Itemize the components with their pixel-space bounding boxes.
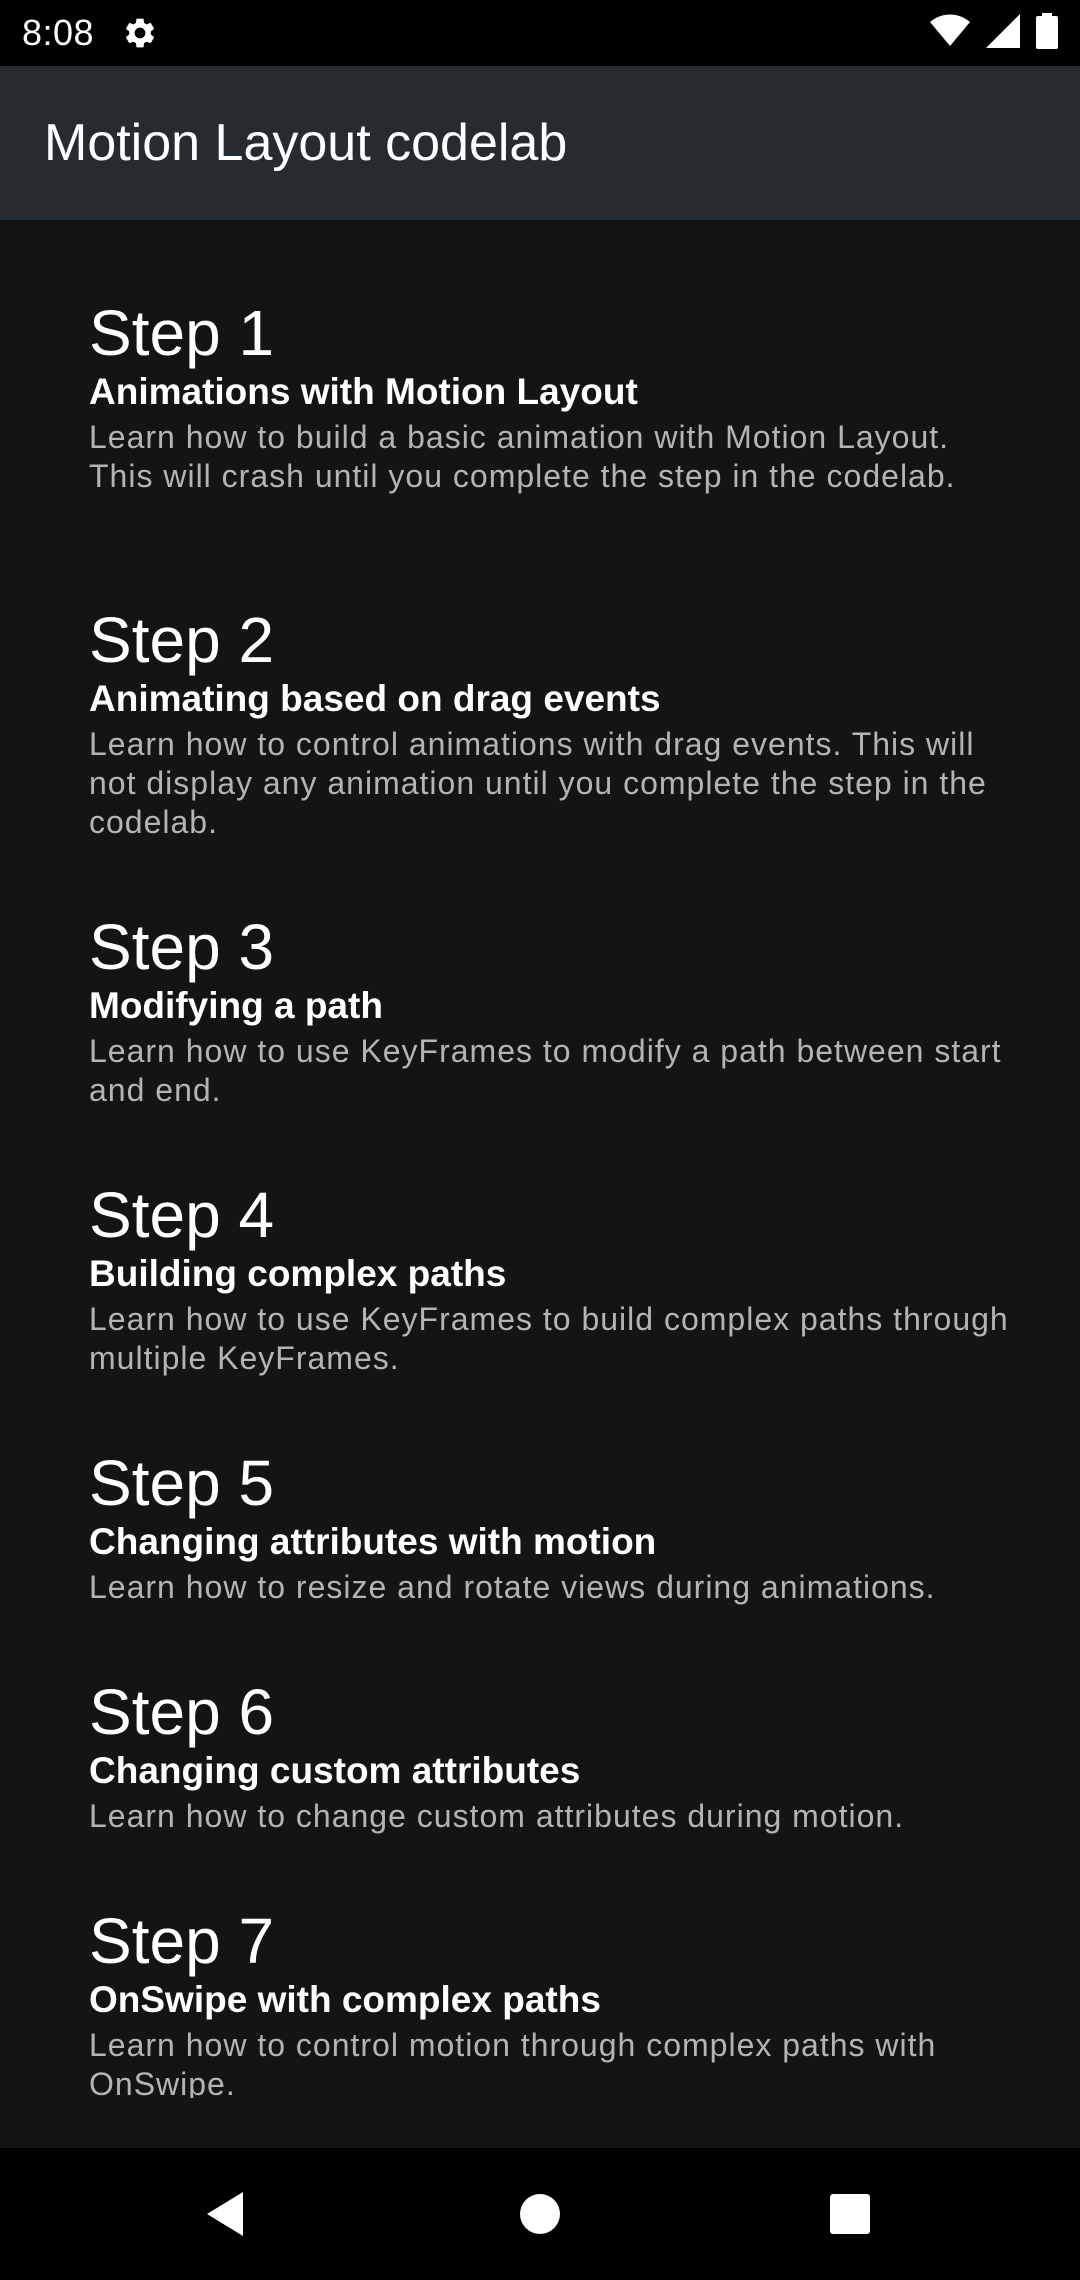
list-item-step-2[interactable]: Step 2 Animating based on drag events Le…: [89, 601, 1009, 842]
status-bar: 8:08: [0, 0, 1080, 66]
step-description: Learn how to control motion through comp…: [89, 2027, 937, 2098]
step-subtitle: Changing custom attributes: [89, 1750, 581, 1791]
step-subtitle: Animating based on drag events: [89, 678, 661, 719]
status-icons: [930, 12, 1058, 54]
list-item-step-4[interactable]: Step 4 Building complex paths Learn how …: [89, 1176, 1009, 1378]
step-description: Learn how to resize and rotate views dur…: [89, 1569, 936, 1605]
step-subtitle: Animations with Motion Layout: [89, 371, 638, 412]
wifi-icon: [930, 14, 970, 53]
step-subtitle: Building complex paths: [89, 1253, 507, 1294]
step-description: Learn how to control animations with dra…: [89, 726, 987, 840]
app-title: Motion Layout codelab: [44, 114, 568, 172]
app-bar: Motion Layout codelab: [0, 66, 1080, 220]
step-description: Learn how to use KeyFrames to build comp…: [89, 1301, 1009, 1376]
step-subtitle: Modifying a path: [89, 985, 383, 1026]
home-icon[interactable]: [490, 2168, 590, 2260]
back-icon[interactable]: [175, 2168, 275, 2260]
navigation-bar: [0, 2148, 1080, 2280]
step-description: Learn how to change custom attributes du…: [89, 1798, 905, 1834]
step-title: Step 6: [89, 1676, 275, 1748]
step-subtitle: Changing attributes with motion: [89, 1521, 657, 1562]
status-time: 8:08: [22, 12, 95, 53]
step-title: Step 3: [89, 911, 275, 983]
step-title: Step 5: [89, 1447, 275, 1519]
step-subtitle: OnSwipe with complex paths: [89, 1979, 601, 2020]
list-item-step-6[interactable]: Step 6 Changing custom attributes Learn …: [89, 1673, 1009, 1836]
step-description: Learn how to build a basic animation wit…: [89, 419, 956, 494]
battery-icon: [1036, 12, 1058, 54]
list-item-step-1[interactable]: Step 1 Animations with Motion Layout Lea…: [89, 294, 1009, 496]
step-title: Step 7: [89, 1905, 275, 1977]
gear-icon: [122, 15, 158, 51]
list-item-step-7[interactable]: Step 7 OnSwipe with complex paths Learn …: [89, 1902, 1009, 2098]
step-title: Step 1: [89, 297, 275, 369]
step-description: Learn how to use KeyFrames to modify a p…: [89, 1033, 1002, 1108]
step-title: Step 4: [89, 1179, 275, 1251]
step-list[interactable]: Step 1 Animations with Motion Layout Lea…: [0, 220, 1080, 2148]
list-item-step-5[interactable]: Step 5 Changing attributes with motion L…: [89, 1444, 1009, 1607]
step-title: Step 2: [89, 604, 275, 676]
list-item-step-3[interactable]: Step 3 Modifying a path Learn how to use…: [89, 908, 1009, 1110]
recents-icon[interactable]: [800, 2168, 900, 2260]
signal-icon: [986, 13, 1020, 53]
